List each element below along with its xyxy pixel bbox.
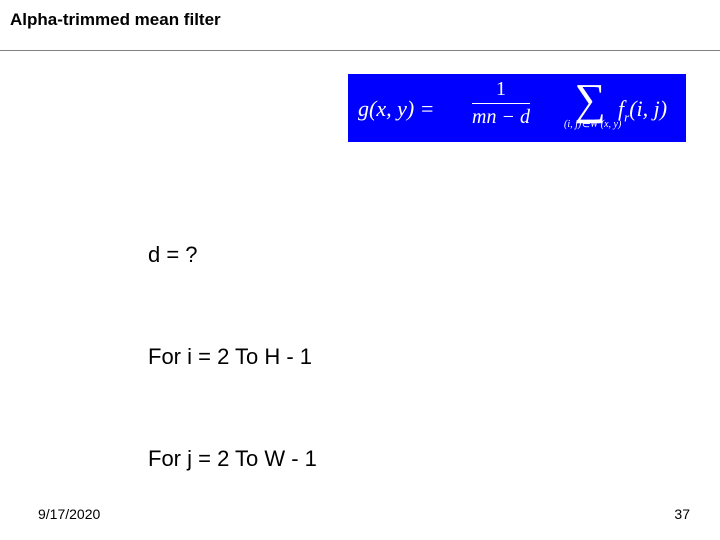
- fraction-denominator: mn − d: [472, 106, 530, 129]
- page-title: Alpha-trimmed mean filter: [10, 10, 221, 30]
- sigma-subscript: (i, j)∈W (x, y): [564, 120, 616, 130]
- code-line-1: d = ?: [148, 238, 510, 272]
- summand: fr(i, j): [618, 96, 667, 122]
- title-divider: [0, 50, 720, 51]
- formula-box: g(x, y) = 1 mn − d ∑ (i, j)∈W (x, y) fr(…: [348, 74, 686, 142]
- fraction-numerator: 1: [472, 78, 530, 101]
- footer-date: 9/17/2020: [38, 506, 100, 522]
- code-line-3: For j = 2 To W - 1: [148, 442, 510, 476]
- formula-lhs: g(x, y) =: [358, 96, 435, 122]
- slide: Alpha-trimmed mean filter g(x, y) = 1 mn…: [0, 0, 720, 540]
- code-line-2: For i = 2 To H - 1: [148, 340, 510, 374]
- footer-page-number: 37: [674, 506, 690, 522]
- pseudocode-block: d = ? For i = 2 To H - 1 For j = 2 To W …: [148, 170, 510, 540]
- formula: g(x, y) = 1 mn − d ∑ (i, j)∈W (x, y) fr(…: [348, 74, 686, 142]
- fraction-bar: [472, 103, 530, 104]
- summand-args: (i, j): [629, 96, 667, 121]
- sigma-symbol: ∑: [564, 78, 616, 122]
- formula-fraction: 1 mn − d: [472, 78, 530, 129]
- summation: ∑ (i, j)∈W (x, y): [564, 74, 616, 142]
